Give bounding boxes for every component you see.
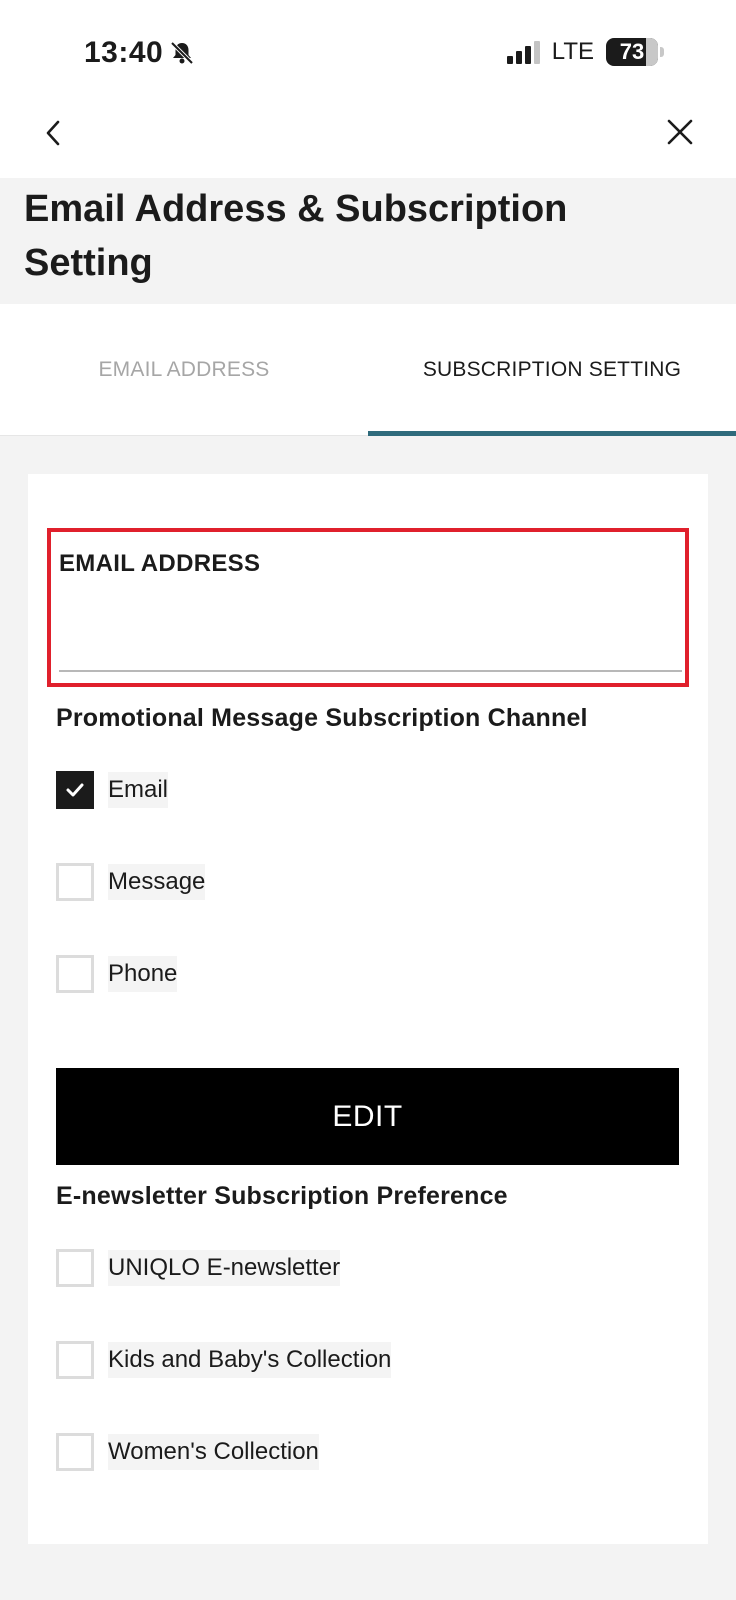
checkbox-label: Message bbox=[108, 864, 206, 900]
checkbox-row-kids-baby[interactable]: Kids and Baby's Collection bbox=[56, 1340, 392, 1380]
status-bar: 13:40 LTE 73 bbox=[0, 0, 736, 100]
bell-muted-icon bbox=[170, 41, 194, 65]
edit-button[interactable]: EDIT bbox=[56, 1068, 679, 1165]
tab-email-address[interactable]: EMAIL ADDRESS bbox=[0, 304, 368, 436]
battery-level: 73 bbox=[619, 39, 645, 64]
checkbox-label: Kids and Baby's Collection bbox=[108, 1342, 392, 1378]
message-checkbox[interactable] bbox=[56, 863, 94, 901]
checkmark-icon bbox=[66, 783, 84, 797]
phone-checkbox[interactable] bbox=[56, 955, 94, 993]
battery-icon: 73 bbox=[606, 38, 664, 66]
subscription-card: EMAIL ADDRESS Promotional Message Subscr… bbox=[28, 474, 708, 1544]
promo-channel-heading: Promotional Message Subscription Channel bbox=[56, 704, 588, 732]
network-label: LTE bbox=[551, 38, 594, 65]
email-field-highlight: EMAIL ADDRESS bbox=[47, 528, 689, 687]
close-icon[interactable] bbox=[662, 114, 698, 150]
newsletter-heading: E-newsletter Subscription Preference bbox=[56, 1182, 508, 1210]
checkbox-label: Women's Collection bbox=[108, 1434, 319, 1470]
title-band: Email Address & Subscription Setting bbox=[0, 178, 736, 304]
tab-subscription-setting[interactable]: SUBSCRIPTION SETTING bbox=[368, 304, 736, 436]
kids-baby-checkbox[interactable] bbox=[56, 1341, 94, 1379]
status-time: 13:40 bbox=[84, 36, 195, 70]
tab-bar: EMAIL ADDRESS SUBSCRIPTION SETTING bbox=[0, 304, 736, 436]
uniqlo-newsletter-checkbox[interactable] bbox=[56, 1249, 94, 1287]
checkbox-row-uniqlo-newsletter[interactable]: UNIQLO E-newsletter bbox=[56, 1248, 341, 1288]
checkbox-row-womens[interactable]: Women's Collection bbox=[56, 1432, 319, 1472]
time-label: 13:40 bbox=[84, 36, 164, 69]
status-indicators: LTE 73 bbox=[506, 38, 664, 66]
email-checkbox[interactable] bbox=[56, 771, 94, 809]
checkbox-row-phone[interactable]: Phone bbox=[56, 954, 178, 994]
womens-checkbox[interactable] bbox=[56, 1433, 94, 1471]
checkbox-label: UNIQLO E-newsletter bbox=[108, 1250, 341, 1286]
signal-icon bbox=[506, 40, 540, 64]
active-tab-indicator bbox=[368, 431, 736, 436]
checkbox-label: Email bbox=[108, 772, 169, 808]
back-chevron-icon[interactable] bbox=[38, 112, 70, 154]
page-title: Email Address & Subscription Setting bbox=[24, 188, 568, 284]
nav-bar bbox=[0, 100, 736, 178]
email-field-label: EMAIL ADDRESS bbox=[59, 550, 261, 577]
email-input[interactable] bbox=[59, 592, 682, 672]
checkbox-row-message[interactable]: Message bbox=[56, 862, 206, 902]
checkbox-label: Phone bbox=[108, 956, 178, 992]
checkbox-row-email[interactable]: Email bbox=[56, 770, 169, 810]
